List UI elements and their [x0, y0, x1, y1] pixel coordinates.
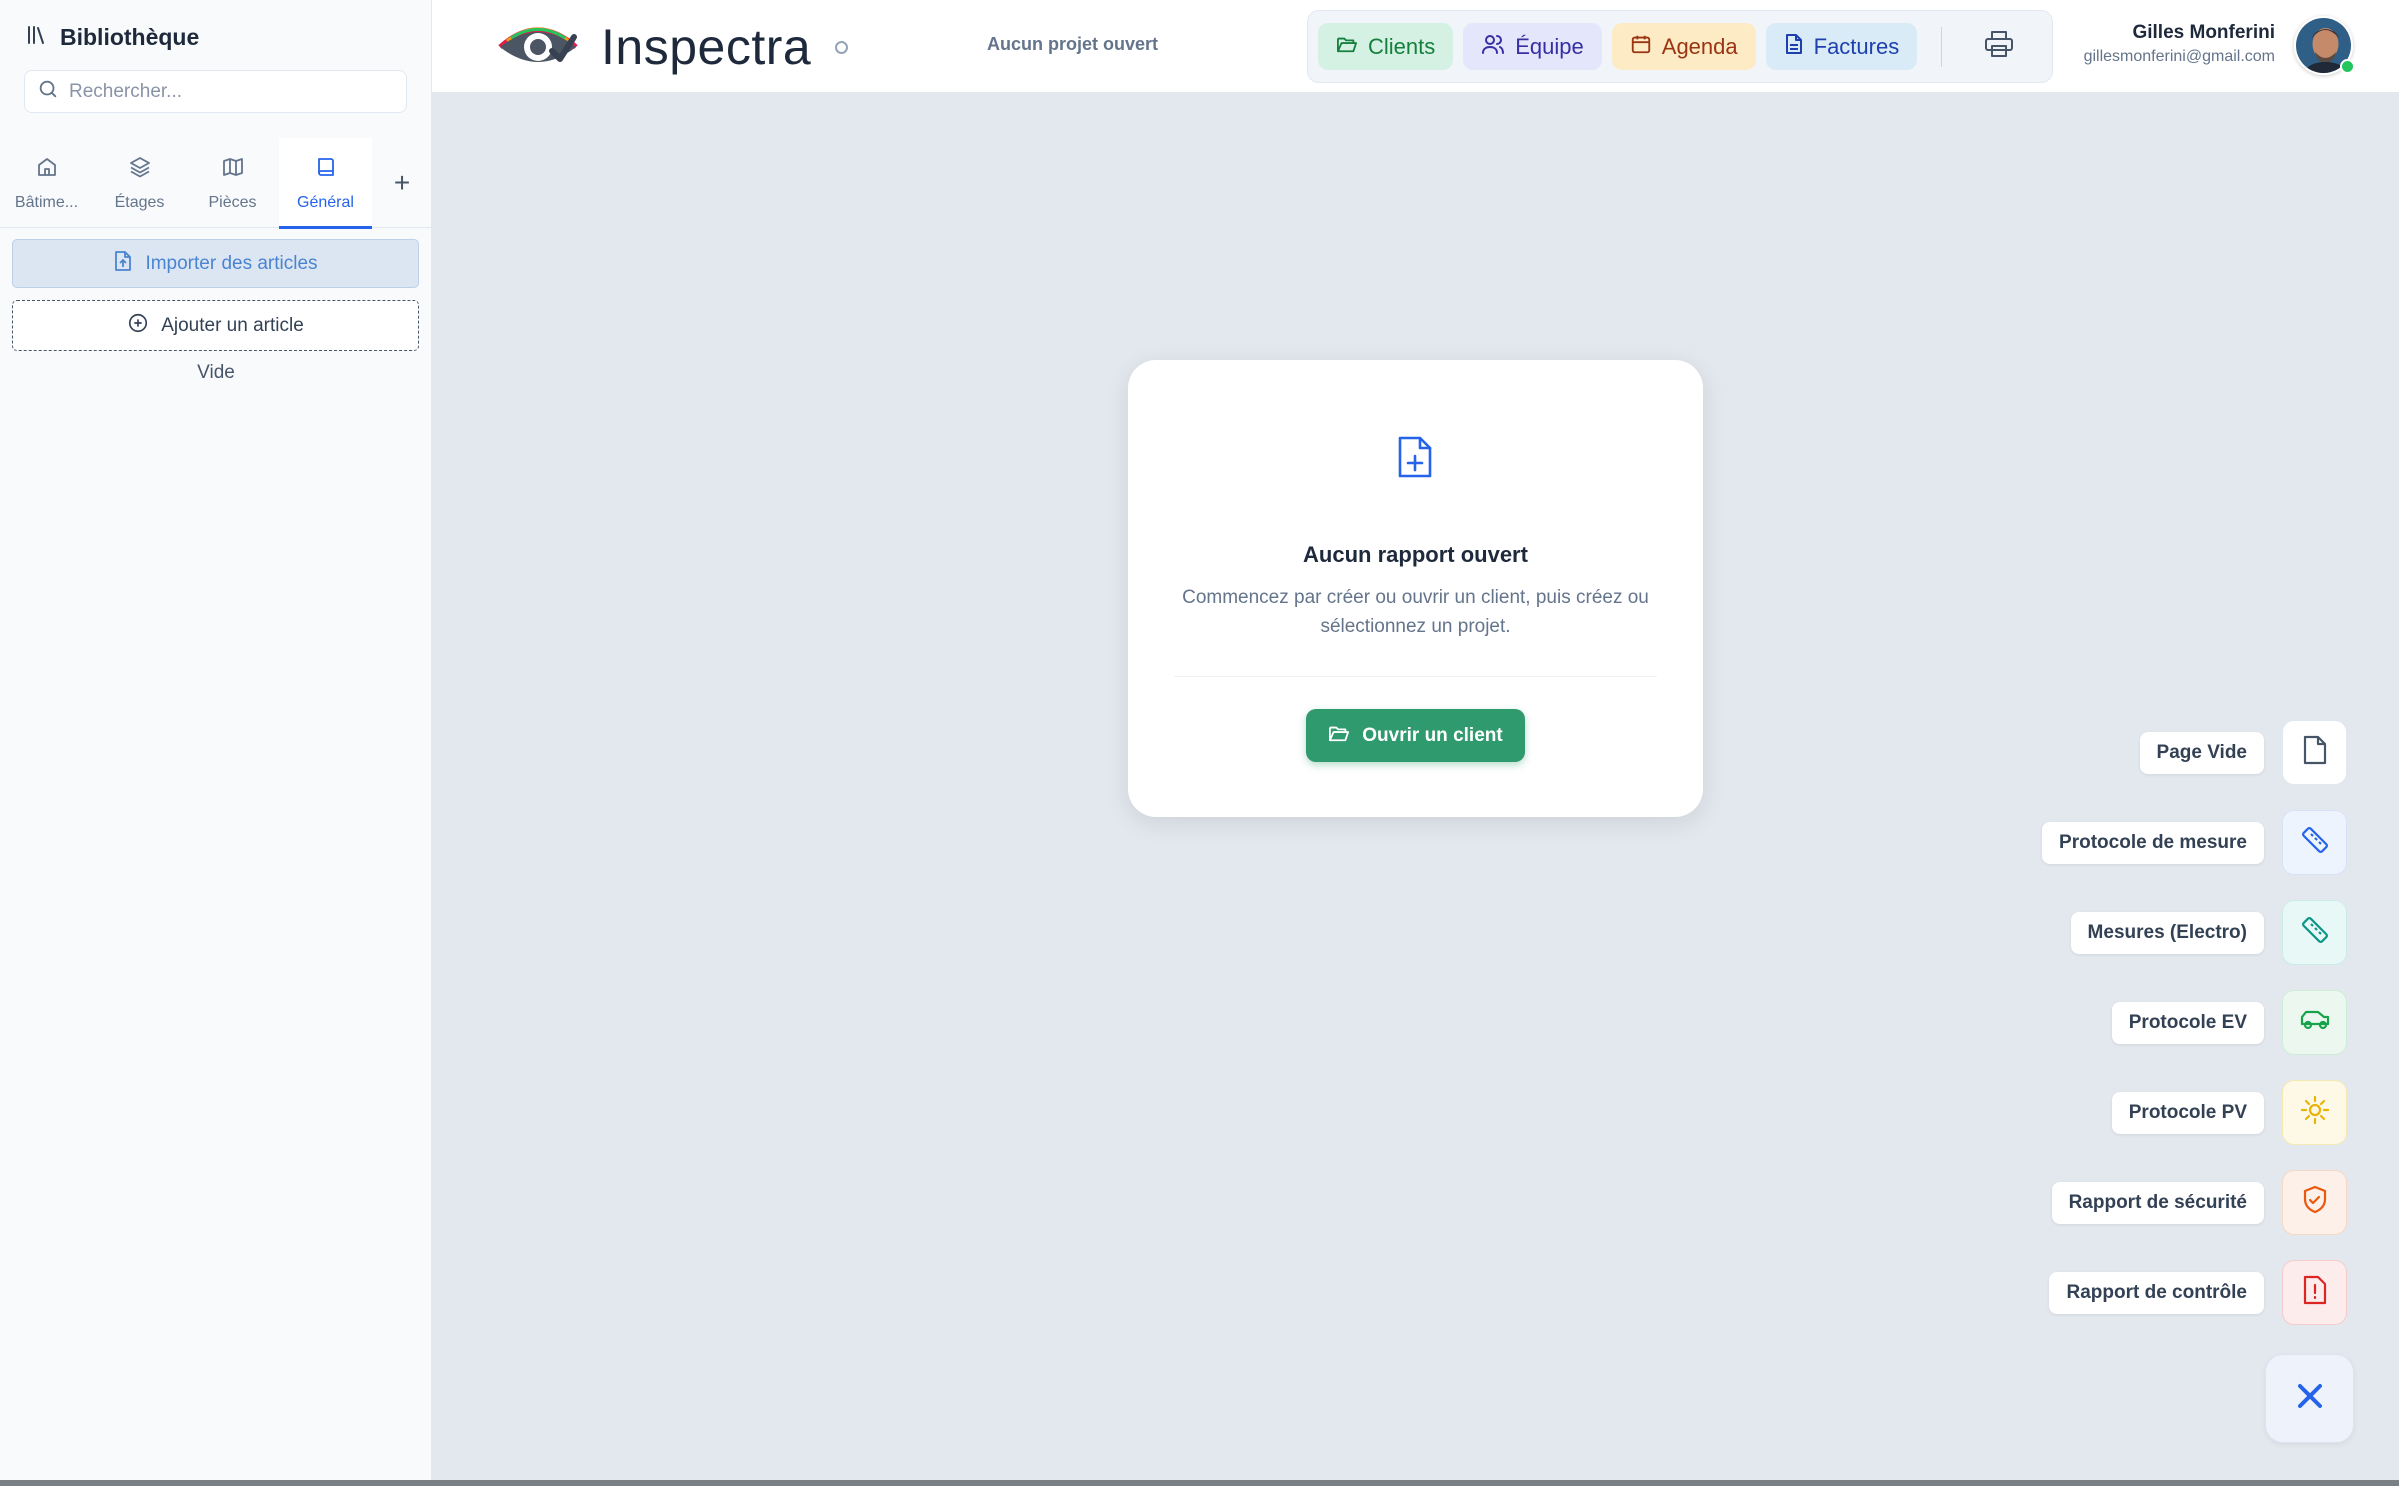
fab-item-rapport-controle[interactable]: Rapport de contrôle [2049, 1260, 2347, 1325]
file-plus-icon [1394, 434, 1436, 485]
fab-label[interactable]: Page Vide [2139, 731, 2264, 774]
nav-factures-button[interactable]: Factures [1765, 23, 1918, 70]
user-email: gillesmonferini@gmail.com [2083, 48, 2275, 65]
fab-button[interactable] [2282, 720, 2347, 785]
tab-pieces[interactable]: Pièces [186, 138, 279, 228]
tab-general[interactable]: Général [279, 138, 372, 229]
window-bottom-edge [0, 1480, 2399, 1486]
tab-label: Général [297, 193, 354, 211]
users-icon [1481, 33, 1505, 61]
top-bar: Inspectra Aucun projet ouvert Clients Éq… [432, 0, 2399, 93]
open-client-button[interactable]: Ouvrir un client [1306, 709, 1525, 762]
fab-label[interactable]: Protocole EV [2111, 1001, 2264, 1044]
fab-item-rapport-securite[interactable]: Rapport de sécurité [2051, 1170, 2347, 1235]
nav-divider [1941, 26, 1943, 67]
file-icon [2302, 735, 2328, 770]
fab-button[interactable] [2282, 810, 2347, 875]
close-icon [2295, 1381, 2325, 1416]
open-client-label: Ouvrir un client [1362, 724, 1503, 746]
import-articles-label: Importer des articles [145, 252, 318, 274]
fab-button[interactable] [2282, 1260, 2347, 1325]
library-sidebar: Bibliothèque Bâtime... Étages Pièces [0, 0, 432, 1480]
folder-open-icon [1328, 723, 1350, 749]
close-menu-button[interactable] [2265, 1354, 2354, 1443]
fab-label[interactable]: Mesures (Electro) [2070, 911, 2264, 954]
add-article-label: Ajouter un article [161, 314, 304, 336]
search-input[interactable] [69, 80, 389, 103]
file-text-icon [1784, 33, 1804, 61]
nav-label: Clients [1368, 33, 1436, 59]
library-icon [26, 25, 48, 50]
nav-agenda-button[interactable]: Agenda [1611, 23, 1756, 70]
nav-label: Agenda [1661, 33, 1738, 59]
ruler-icon [2300, 915, 2330, 950]
eye-logo-icon [497, 19, 579, 76]
nav-clients-button[interactable]: Clients [1318, 23, 1454, 70]
file-import-icon [113, 250, 133, 278]
fab-item-protocole-pv[interactable]: Protocole PV [2111, 1080, 2347, 1145]
empty-state-title: Aucun rapport ouvert [1303, 542, 1528, 567]
home-icon [35, 155, 59, 184]
sync-status-icon [835, 40, 849, 54]
fab-label[interactable]: Rapport de sécurité [2051, 1181, 2264, 1224]
fab-item-mesures-electro[interactable]: Mesures (Electro) [2070, 900, 2347, 965]
fab-label[interactable]: Rapport de contrôle [2049, 1271, 2264, 1314]
card-divider [1174, 676, 1657, 677]
fab-item-protocole-ev[interactable]: Protocole EV [2111, 990, 2347, 1055]
folder-open-icon [1336, 34, 1358, 60]
search-icon [37, 78, 59, 105]
app-name: Inspectra [601, 19, 812, 75]
sidebar-tabs: Bâtime... Étages Pièces Général + [0, 138, 432, 229]
fab-item-protocole-mesure[interactable]: Protocole de mesure [2042, 810, 2347, 875]
import-articles-button[interactable]: Importer des articles [12, 239, 419, 288]
fab-button[interactable] [2282, 900, 2347, 965]
fab-button[interactable] [2282, 1170, 2347, 1235]
add-tab-button[interactable]: + [372, 138, 432, 227]
print-button[interactable] [1976, 24, 2022, 70]
book-icon [314, 155, 338, 184]
online-status-indicator [2340, 59, 2355, 74]
tab-etages[interactable]: Étages [93, 138, 186, 228]
ruler-icon [2300, 825, 2330, 860]
tab-label: Pièces [208, 193, 257, 211]
map-icon [221, 155, 245, 184]
nav-equipe-button[interactable]: Équipe [1463, 23, 1602, 70]
empty-state-card: Aucun rapport ouvert Commencez par créer… [1128, 360, 1703, 817]
fab-label[interactable]: Protocole de mesure [2042, 821, 2264, 864]
search-box[interactable] [24, 70, 407, 113]
user-info[interactable]: Gilles Monferini gillesmonferini@gmail.c… [2084, 22, 2275, 66]
plus-circle-icon [127, 312, 149, 340]
user-name: Gilles Monferini [2132, 22, 2275, 43]
fab-item-page-vide[interactable]: Page Vide [2139, 720, 2347, 785]
tab-batiments[interactable]: Bâtime... [0, 138, 93, 228]
empty-state-description: Commencez par créer ou ouvrir un client,… [1182, 587, 1649, 637]
printer-icon [1984, 30, 2014, 63]
layers-icon [128, 155, 152, 184]
nav-label: Équipe [1515, 33, 1584, 59]
fab-button[interactable] [2282, 990, 2347, 1055]
add-article-button[interactable]: Ajouter un article [12, 300, 419, 351]
sidebar-title: Bibliothèque [60, 23, 200, 50]
sun-icon [2300, 1095, 2330, 1130]
project-status: Aucun projet ouvert [987, 34, 1159, 54]
file-alert-icon [2302, 1275, 2328, 1310]
nav-label: Factures [1813, 33, 1900, 59]
tab-label: Étages [114, 193, 165, 211]
app-logo[interactable]: Inspectra [497, 18, 849, 76]
tab-label: Bâtime... [14, 193, 79, 211]
calendar-icon [1630, 33, 1652, 61]
empty-list-label: Vide [197, 362, 235, 383]
fab-label[interactable]: Protocole PV [2111, 1091, 2264, 1134]
sidebar-header: Bibliothèque [0, 0, 431, 74]
car-icon [2299, 1008, 2331, 1037]
shield-check-icon [2302, 1185, 2328, 1220]
main-nav: Clients Équipe Agenda Factures [1307, 10, 2053, 83]
fab-button[interactable] [2282, 1080, 2347, 1145]
